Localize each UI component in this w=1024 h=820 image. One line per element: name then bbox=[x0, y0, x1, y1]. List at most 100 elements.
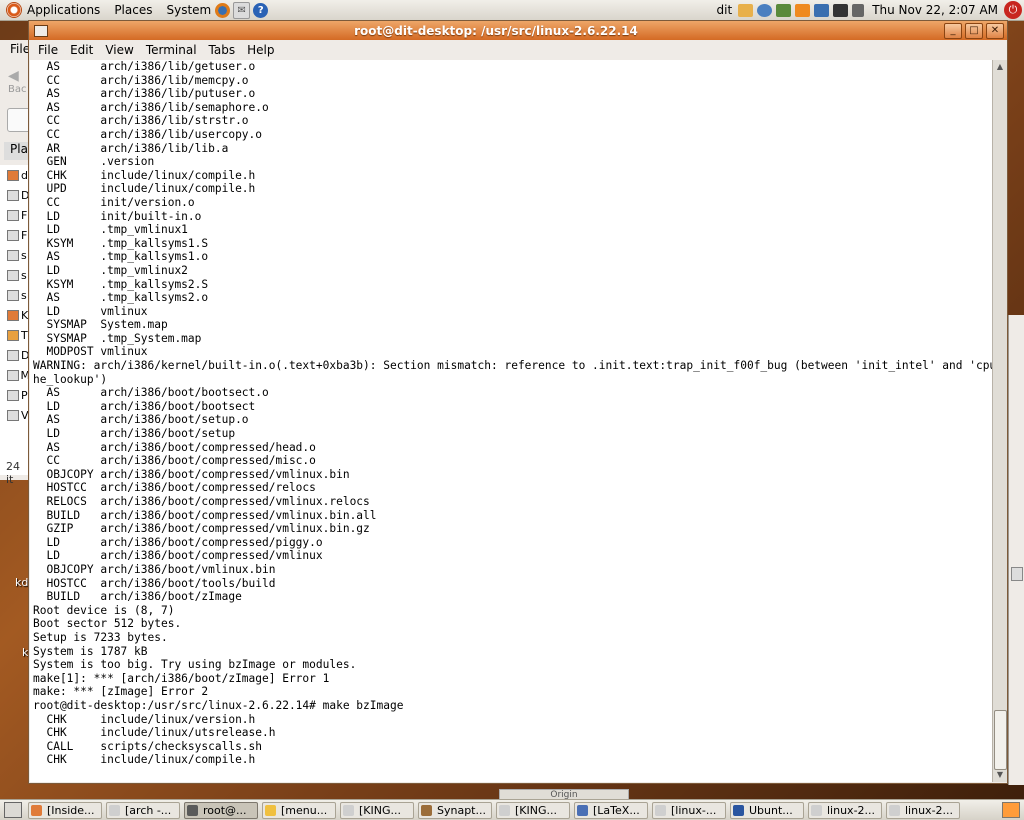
terminal-window[interactable]: root@dit-desktop: /usr/src/linux-2.6.22.… bbox=[28, 20, 1008, 784]
taskbar-task[interactable]: [menu... bbox=[262, 801, 336, 819]
bg-place-item[interactable]: V bbox=[0, 405, 30, 425]
taskbar-task[interactable]: [KING... bbox=[496, 801, 570, 819]
back-arrow-icon[interactable]: ◀ bbox=[8, 68, 19, 84]
terminal-line: CC arch/i386/lib/memcpy.o bbox=[33, 73, 249, 87]
panel-user[interactable]: dit bbox=[717, 3, 733, 17]
menu-terminal[interactable]: Terminal bbox=[146, 43, 197, 57]
terminal-line: CALL scripts/checksyscalls.sh bbox=[33, 739, 263, 753]
bg-place-item[interactable]: d bbox=[0, 165, 30, 185]
network-icon[interactable] bbox=[776, 3, 792, 17]
volume-icon[interactable] bbox=[852, 3, 865, 17]
terminal-line: OBJCOPY arch/i386/boot/vmlinux.bin bbox=[33, 562, 276, 576]
show-desktop-icon[interactable] bbox=[4, 802, 22, 818]
bg-place-item[interactable]: F bbox=[0, 205, 30, 225]
terminal-line: Setup is 7233 bytes. bbox=[33, 630, 168, 644]
menu-file[interactable]: File bbox=[38, 43, 58, 57]
terminal-line: LD .tmp_vmlinux2 bbox=[33, 263, 188, 277]
applications-menu[interactable]: Applications bbox=[27, 3, 100, 17]
bg-place-item[interactable]: s bbox=[0, 285, 30, 305]
bg-places-list: d D F F s s s K T D M P V bbox=[0, 165, 30, 475]
taskbar-task[interactable]: [Inside... bbox=[28, 801, 102, 819]
bg-place-item[interactable]: K bbox=[0, 305, 30, 325]
task-label: [Inside... bbox=[47, 803, 95, 817]
menu-view[interactable]: View bbox=[105, 43, 133, 57]
bg-place-item[interactable]: s bbox=[0, 265, 30, 285]
scroll-thumb[interactable] bbox=[994, 710, 1007, 770]
background-file-manager-window[interactable]: File ◀ Bac Plac d D F F s s s K T D M P … bbox=[0, 40, 35, 486]
bg-place-item[interactable]: T bbox=[0, 325, 30, 345]
task-label: root@... bbox=[203, 803, 247, 817]
workspace-switcher-icon[interactable] bbox=[1002, 802, 1020, 818]
ubuntu-logo-icon[interactable] bbox=[6, 2, 22, 18]
monitor-icon[interactable] bbox=[833, 3, 849, 17]
panel-clock[interactable]: Thu Nov 22, 2:07 AM bbox=[872, 3, 998, 17]
taskbar-task[interactable]: [arch -... bbox=[106, 801, 180, 819]
bg-places-selector[interactable]: Plac bbox=[4, 142, 35, 160]
terminal-line: make: *** [zImage] Error 2 bbox=[33, 685, 209, 699]
task-list: [Inside... [arch -... root@... [menu... [KIN… bbox=[28, 801, 964, 819]
folder-icon bbox=[7, 369, 19, 381]
taskbar-task[interactable]: [KING... bbox=[340, 801, 414, 819]
task-app-icon bbox=[811, 804, 822, 816]
places-menu[interactable]: Places bbox=[114, 3, 152, 17]
task-label: Ubunt... bbox=[749, 803, 793, 817]
bg-place-item[interactable]: D bbox=[0, 345, 30, 365]
terminal-output[interactable]: AS arch/i386/lib/getuser.o CC arch/i386/… bbox=[30, 60, 992, 782]
terminal-line: GEN .version bbox=[33, 155, 155, 169]
task-app-icon bbox=[733, 804, 744, 816]
task-label: [LaTeX... bbox=[593, 803, 640, 817]
bg-place-item[interactable]: P bbox=[0, 385, 30, 405]
task-app-icon bbox=[577, 804, 588, 816]
terminal-line: CC arch/i386/boot/compressed/misc.o bbox=[33, 454, 316, 468]
title-bar[interactable]: root@dit-desktop: /usr/src/linux-2.6.22.… bbox=[29, 21, 1007, 40]
terminal-line: LD init/built-in.o bbox=[33, 209, 202, 223]
taskbar-task[interactable]: linux-2... bbox=[808, 801, 882, 819]
terminal-line: System is too big. Try using bzImage or … bbox=[33, 658, 357, 672]
maximize-button[interactable]: □ bbox=[965, 22, 983, 39]
scroll-down-arrow-icon[interactable]: ▼ bbox=[994, 769, 1006, 781]
task-app-icon bbox=[265, 804, 276, 816]
firefox-launcher-icon[interactable] bbox=[215, 2, 231, 18]
window-list-icon[interactable] bbox=[814, 3, 830, 17]
taskbar-task[interactable]: linux-2... bbox=[886, 801, 960, 819]
mail-launcher-icon[interactable]: ✉ bbox=[233, 1, 251, 19]
task-app-icon bbox=[499, 804, 510, 816]
system-menu[interactable]: System bbox=[166, 3, 211, 17]
bg-place-item[interactable]: s bbox=[0, 245, 30, 265]
taskbar-task[interactable]: [LaTeX... bbox=[574, 801, 648, 819]
settings-gear-icon[interactable] bbox=[757, 3, 773, 17]
terminal-line: BUILD arch/i386/boot/compressed/vmlinux.… bbox=[33, 508, 377, 522]
menu-help[interactable]: Help bbox=[247, 43, 274, 57]
updates-icon[interactable] bbox=[738, 3, 754, 17]
terminal-line: OBJCOPY arch/i386/boot/compressed/vmlinu… bbox=[33, 467, 350, 481]
menu-tabs[interactable]: Tabs bbox=[209, 43, 236, 57]
taskbar-task[interactable]: root@... bbox=[184, 801, 258, 819]
background-window-edge[interactable] bbox=[1008, 315, 1024, 785]
task-label: [KING... bbox=[359, 803, 401, 817]
bg-place-item[interactable]: M bbox=[0, 365, 30, 385]
scroll-up-arrow-icon[interactable]: ▲ bbox=[994, 61, 1006, 73]
minimize-button[interactable]: _ bbox=[944, 22, 962, 39]
desktop-icon-label[interactable]: kd bbox=[15, 576, 28, 589]
drive-icon bbox=[7, 229, 19, 241]
alert-icon[interactable] bbox=[795, 3, 811, 17]
window-menu-icon[interactable] bbox=[34, 24, 48, 37]
close-button[interactable]: ✕ bbox=[986, 22, 1004, 39]
taskbar-task[interactable]: Ubunt... bbox=[730, 801, 804, 819]
task-app-icon bbox=[343, 804, 354, 816]
power-icon[interactable]: ⏻ bbox=[1004, 1, 1022, 19]
desktop-icon bbox=[7, 189, 19, 201]
bg-item-count: 24 it bbox=[6, 460, 20, 486]
terminal-scrollbar[interactable]: ▲ ▼ bbox=[992, 60, 1007, 782]
bg-place-item[interactable]: F bbox=[0, 225, 30, 245]
help-launcher-icon[interactable]: ? bbox=[253, 2, 269, 18]
folder-icon bbox=[7, 409, 19, 421]
terminal-line: BUILD arch/i386/boot/zImage bbox=[33, 590, 242, 604]
terminal-line: LD arch/i386/boot/compressed/piggy.o bbox=[33, 535, 323, 549]
bg-scroll-thumb[interactable] bbox=[1011, 567, 1023, 581]
menu-edit[interactable]: Edit bbox=[70, 43, 93, 57]
taskbar-task[interactable]: Synapt... bbox=[418, 801, 492, 819]
task-app-icon bbox=[31, 804, 42, 816]
taskbar-task[interactable]: [linux-... bbox=[652, 801, 726, 819]
bg-place-item[interactable]: D bbox=[0, 185, 30, 205]
